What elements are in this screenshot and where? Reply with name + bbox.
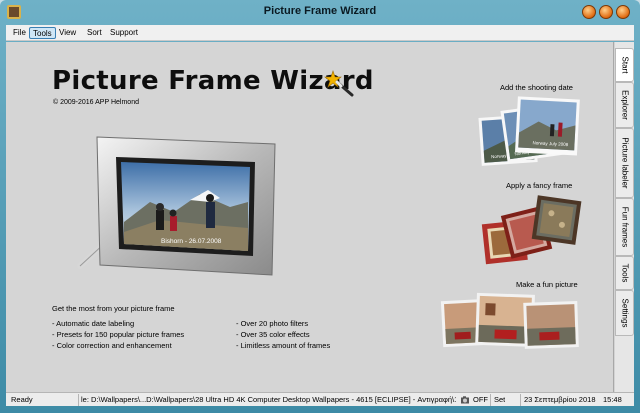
vertical-tab-strip: Start Explorer Picture labeler Fun frame… — [615, 42, 634, 392]
menu-view[interactable]: View — [56, 27, 79, 39]
features-heading: Get the most from your picture frame — [52, 304, 175, 313]
title-bar[interactable]: Picture Frame Wizard — [0, 0, 640, 24]
feature-item: - Presets for 150 popular picture frames — [52, 330, 185, 339]
preview-caption: Bishorn - 26.07.2008 — [161, 238, 222, 245]
menu-sort[interactable]: Sort — [84, 27, 105, 39]
menu-bar: File Tools View Sort Support — [6, 25, 634, 41]
feature-item: - Limitless amount of frames — [236, 341, 331, 350]
promo-fun-title: Make a fun picture — [516, 280, 578, 289]
status-set-button[interactable]: Set — [494, 395, 505, 404]
tab-picture-labeler[interactable]: Picture labeler — [615, 128, 634, 198]
tab-explorer[interactable]: Explorer — [615, 82, 634, 128]
status-ready: Ready — [11, 395, 33, 404]
menu-file[interactable]: File — [10, 27, 29, 39]
camera-icon[interactable] — [460, 395, 470, 405]
status-file-path: le: D:\Wallpapers\...D:\Wallpapers\28 Ul… — [81, 395, 456, 404]
feature-item: - Over 20 photo filters — [236, 319, 309, 328]
client-area: Picture Frame Wizard © 2009-2016 APP Hel… — [6, 42, 634, 392]
copyright-text: © 2009-2016 APP Helmond — [53, 99, 139, 106]
menu-tools[interactable]: Tools — [29, 27, 56, 39]
app-window: Picture Frame Wizard File Tools View Sor… — [0, 0, 640, 413]
picture-frame-preview: Bishorn - 26.07.2008 — [77, 136, 276, 276]
feature-item: - Over 35 color effects — [236, 330, 310, 339]
promo-date-title: Add the shooting date — [500, 83, 573, 92]
tab-fun-frames[interactable]: Fun frames — [615, 198, 634, 256]
feature-item: - Automatic date labeling — [52, 319, 135, 328]
promo-fancy-title: Apply a fancy frame — [506, 181, 573, 190]
feature-item: - Color correction and enhancement — [52, 341, 172, 350]
maximize-button[interactable] — [599, 5, 613, 19]
status-time: 15:48 — [603, 395, 622, 404]
menu-support[interactable]: Support — [107, 27, 141, 39]
status-bar: Ready le: D:\Wallpapers\...D:\Wallpapers… — [6, 392, 634, 406]
date-stamp-thumbnail[interactable]: Norway July 2008 Norway July 2008 Norway… — [478, 94, 584, 176]
status-toggle-off[interactable]: OFF — [473, 395, 488, 404]
status-separator — [78, 394, 79, 406]
minimize-button[interactable] — [582, 5, 596, 19]
status-separator — [520, 394, 521, 406]
fancy-frame-thumbnail[interactable] — [478, 194, 584, 268]
tab-settings[interactable]: Settings — [615, 290, 634, 336]
status-separator — [490, 394, 491, 406]
fun-picture-thumbnail[interactable] — [440, 292, 580, 352]
tab-start[interactable]: Start — [615, 48, 634, 82]
close-button[interactable] — [616, 5, 630, 19]
window-title: Picture Frame Wizard — [263, 5, 377, 17]
tab-tools[interactable]: Tools — [615, 256, 634, 290]
magic-wand-icon — [324, 70, 354, 97]
start-page: Picture Frame Wizard © 2009-2016 APP Hel… — [6, 42, 614, 392]
status-date: 23 Σεπτεμβρίου 2018 — [524, 395, 596, 404]
